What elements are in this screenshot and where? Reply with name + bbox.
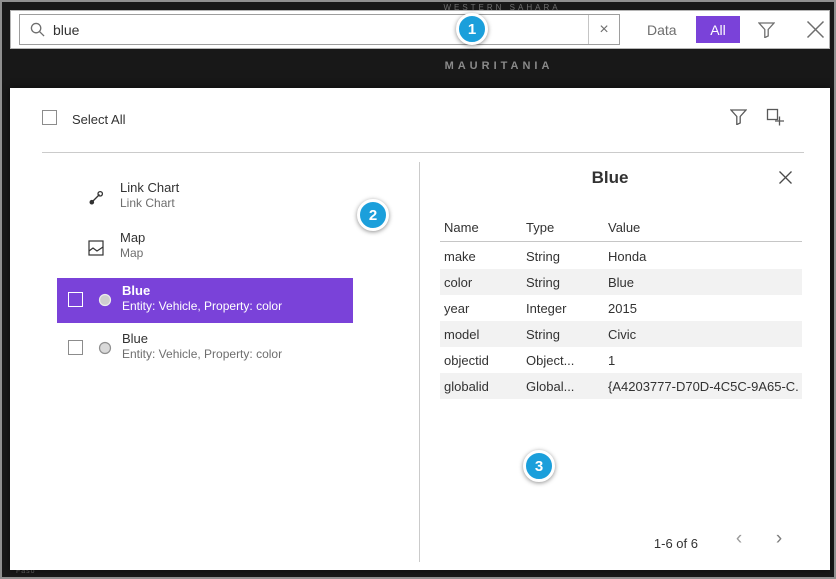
pagination-label: 1-6 of 6 xyxy=(614,536,698,551)
table-row: color String Blue xyxy=(440,269,802,295)
entity-dot-icon xyxy=(98,341,112,355)
clear-search-button[interactable]: × xyxy=(588,15,619,44)
table-header-divider xyxy=(440,241,802,242)
cell-type: Object... xyxy=(526,353,606,368)
search-toolbar: × Data All xyxy=(10,10,830,49)
previous-page-icon[interactable]: ‹ xyxy=(730,528,748,550)
select-all-label: Select All xyxy=(72,112,125,127)
result-title: Blue xyxy=(122,331,148,346)
cell-type: Integer xyxy=(526,301,606,316)
search-box: × xyxy=(19,14,620,45)
cell-type: String xyxy=(526,327,606,342)
annotation-badge-2: 2 xyxy=(357,199,389,231)
cell-name: model xyxy=(444,327,524,342)
cell-type: String xyxy=(526,275,606,290)
result-item-map[interactable]: Map Map xyxy=(50,226,410,272)
result-subtitle: Entity: Vehicle, Property: color xyxy=(122,299,282,313)
app-window: WESTERN SAHARA MAURITANIA Faso × Data Al… xyxy=(0,0,836,579)
search-icon xyxy=(30,22,45,37)
filter-icon[interactable] xyxy=(758,22,775,38)
cell-value: 1 xyxy=(608,353,798,368)
result-checkbox[interactable] xyxy=(68,292,83,307)
cell-type: String xyxy=(526,249,606,264)
table-row: year Integer 2015 xyxy=(440,295,802,321)
cell-value: Honda xyxy=(608,249,798,264)
result-item-blue-selected[interactable]: Blue Entity: Vehicle, Property: color xyxy=(57,278,353,323)
entity-dot-icon xyxy=(98,293,112,307)
result-subtitle: Entity: Vehicle, Property: color xyxy=(122,347,282,361)
table-row: globalid Global... {A4203777-D70D-4C5C-9… xyxy=(440,373,802,399)
cell-name: objectid xyxy=(444,353,524,368)
cell-value: Civic xyxy=(608,327,798,342)
results-filter-icon[interactable] xyxy=(730,109,747,125)
link-chart-icon xyxy=(88,190,104,206)
column-header-type: Type xyxy=(526,220,554,235)
cell-value: 2015 xyxy=(608,301,798,316)
detail-close-icon[interactable] xyxy=(778,170,793,185)
cell-name: globalid xyxy=(444,379,524,394)
map-label-mauritania: MAURITANIA xyxy=(419,60,579,72)
detail-title: Blue xyxy=(420,168,800,188)
cell-name: make xyxy=(444,249,524,264)
cell-name: color xyxy=(444,275,524,290)
table-row: make String Honda xyxy=(440,243,802,269)
result-checkbox[interactable] xyxy=(68,340,83,355)
table-row: model String Civic xyxy=(440,321,802,347)
add-selection-icon[interactable] xyxy=(766,108,784,126)
result-subtitle: Map xyxy=(120,246,143,260)
column-header-value: Value xyxy=(608,220,640,235)
search-input[interactable] xyxy=(45,22,588,38)
result-item-link-chart[interactable]: Link Chart Link Chart xyxy=(50,176,410,222)
result-title: Blue xyxy=(122,283,150,298)
annotation-badge-1: 1 xyxy=(456,13,488,45)
list-detail-divider xyxy=(419,162,420,562)
data-segment-label[interactable]: Data xyxy=(647,22,677,38)
column-header-name: Name xyxy=(444,220,479,235)
cell-value: {A4203777-D70D-4C5C-9A65-C... xyxy=(608,379,798,394)
result-title: Link Chart xyxy=(120,180,179,195)
result-title: Map xyxy=(120,230,145,245)
result-subtitle: Link Chart xyxy=(120,196,175,210)
clear-icon: × xyxy=(599,21,608,39)
next-page-icon[interactable]: › xyxy=(770,528,788,550)
cell-value: Blue xyxy=(608,275,798,290)
annotation-badge-3: 3 xyxy=(523,450,555,482)
table-row: objectid Object... 1 xyxy=(440,347,802,373)
result-item-blue[interactable]: Blue Entity: Vehicle, Property: color xyxy=(57,326,353,371)
all-segment-button[interactable]: All xyxy=(696,16,740,43)
select-all-checkbox[interactable] xyxy=(42,110,57,125)
cell-name: year xyxy=(444,301,524,316)
cell-type: Global... xyxy=(526,379,606,394)
close-search-icon[interactable] xyxy=(806,20,825,39)
search-results-panel: Select All Link Chart Lin xyxy=(10,88,830,570)
header-divider xyxy=(42,152,804,153)
map-icon xyxy=(88,240,104,256)
